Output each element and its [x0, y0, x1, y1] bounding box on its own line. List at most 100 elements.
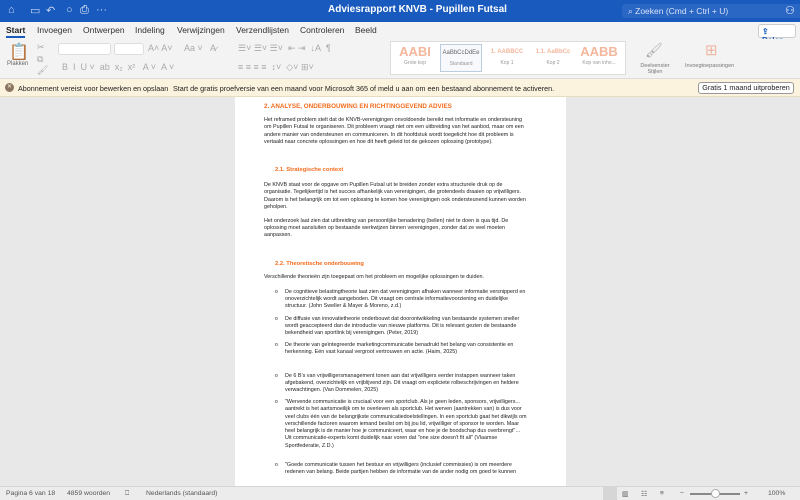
window-title: Adviesrapport KNVB - Pupillen Futsal [328, 4, 507, 15]
ribbon: 📋 Plakken ✂ ⧉ 🖌 A˄ A˅ Aa ˅ A̷ B I U ˅ ab… [0, 39, 800, 79]
text-line: wordt geaccepteerd dan de introductie va… [285, 322, 517, 329]
text-line: De cognitieve belastingtheorie laat zien… [285, 289, 526, 296]
text-line: heel belangrijk is de manier hoe je comm… [285, 428, 521, 435]
style-preview: 1.1. AaBbCc [535, 49, 571, 55]
ribbon-tabs: Start Invoegen Ontwerpen Indeling Verwij… [0, 22, 800, 39]
text-line: organisatie. Tegelijkertijd is het succe… [264, 189, 521, 196]
text-line: "Goede communicatie tussen het bestuur e… [285, 461, 512, 468]
text-line: verwachtingen. (Van Dommelen, 2025) [285, 387, 379, 394]
text-line: aanpassen. [264, 232, 292, 239]
change-case-icon[interactable]: Aa ˅ [184, 43, 203, 53]
save-icon[interactable]: ▭ [30, 4, 40, 17]
text-line: structuur. (John Sweller & Mayer & Moren… [285, 303, 402, 310]
styles-pane-icon[interactable]: 🖌 [645, 42, 663, 59]
style-kop-2[interactable]: 1.1. AaBbCc Kop 2 [532, 44, 574, 72]
list-item: De diffusie van innovatietheorie onderbo… [264, 316, 554, 338]
text-line: geholpen. [264, 203, 288, 210]
styles-pane-label[interactable]: Deelvenster Stijlen [633, 63, 677, 75]
status-bar: Pagina 6 van 18 4859 woorden ⎕ Nederland… [0, 486, 800, 500]
share-button[interactable]: ⇪ Delen [758, 24, 796, 45]
cut-icon[interactable]: ✂ [37, 42, 45, 53]
text-line: bekendheid van sportlink bij vereniginge… [285, 330, 419, 337]
tab-controleren[interactable]: Controleren [300, 25, 344, 35]
section-heading: 2. ANALYSE, ONDERBOUWING EN RICHTINGGEVE… [264, 103, 452, 110]
paste-label[interactable]: Plakken [7, 61, 28, 67]
format-painter-icon[interactable]: 🖌 [37, 65, 48, 76]
redo-icon[interactable]: ○ [66, 4, 73, 16]
text-line: redenen van belang. Beide partijen hebbe… [285, 468, 517, 475]
style-label: Kop 2 [546, 60, 560, 66]
zoom-in-button[interactable]: + [744, 490, 748, 497]
intro-paragraph: Het reframed problem stelt dat de KNVB-v… [264, 117, 554, 146]
text-line: Daarom is het belangrijk om tot een oplo… [264, 196, 526, 203]
more-icon[interactable]: ··· [96, 4, 107, 16]
styles-gallery: AABI Grote kop AaBbCcDdEe Standaard 1. AAB… [390, 41, 626, 75]
document-page[interactable]: 2. ANALYSE, ONDERBOUWING EN RICHTINGGEVE… [235, 97, 566, 486]
list-item: "Wervende communicatie is cruciaal voor … [264, 399, 554, 449]
outline-icon[interactable]: ☷ [641, 490, 647, 498]
text-line: om Pupillen Futsal te organiseren. Dit p… [264, 124, 524, 131]
align-icons[interactable]: ≡ ≡ ≡ ≡ ↕˅ ◇˅ ⊞˅ [238, 62, 314, 73]
banner-title: Abonnement vereist voor bewerken en opsl… [18, 84, 169, 93]
tab-beeld[interactable]: Beeld [355, 25, 377, 35]
font-family-select[interactable] [58, 43, 111, 55]
draft-icon[interactable]: ≡ [660, 490, 664, 497]
list-icons[interactable]: ☰˅ ☰˅ ☰˅ ⇤ ⇥ ↓A ¶ [238, 43, 331, 54]
font-size-select[interactable] [114, 43, 144, 55]
text-line: veel clubs één van de belangrijkste comm… [285, 413, 527, 420]
banner-message: Start de gratis proefversie van een maan… [173, 84, 555, 93]
proofing-icon[interactable]: ⎕ [125, 490, 129, 498]
print-layout-icon[interactable] [603, 487, 617, 500]
bullet-list: De cognitieve belastingtheorie laat zien… [264, 289, 554, 476]
home-icon[interactable]: ⌂ [8, 4, 15, 16]
text-line: verschillende factoren waarom iemand bes… [285, 420, 519, 427]
style-standaard[interactable]: AaBbCcDdEe Standaard [440, 44, 482, 72]
style-preview: AaBbCcDdEe [442, 50, 480, 56]
subheading-strategic: 2.1. Strategische context [275, 167, 344, 174]
text-line: Het reframed problem stelt dat de KNVB-v… [264, 117, 523, 124]
zoom-slider-handle[interactable] [711, 489, 720, 498]
copy-icon[interactable]: ⧉ [37, 54, 43, 65]
font-format-icons[interactable]: B I U ˅ ab x₂ x² A ˅ A ˅ [62, 62, 174, 72]
text-line: herkenning. Eén vast kanaal vergroot ver… [285, 349, 457, 356]
search-placeholder: Zoeken (Cmd + Ctrl + U) [635, 6, 729, 16]
language[interactable]: Nederlands (standaard) [146, 490, 217, 497]
word-count[interactable]: 4859 woorden [67, 490, 110, 497]
print-icon[interactable]: ⎙ [80, 4, 89, 17]
style-preview: AABB [580, 44, 618, 59]
tab-verwijzingen[interactable]: Verwijzingen [177, 25, 225, 35]
search-input[interactable]: ⌕ Zoeken (Cmd + Ctrl + U) [622, 4, 800, 18]
clear-format-icon[interactable]: A̷ [210, 43, 216, 53]
focus-icon[interactable]: ▥ [622, 490, 628, 498]
tab-invoegen[interactable]: Invoegen [37, 25, 72, 35]
tab-ontwerpen[interactable]: Ontwerpen [83, 25, 125, 35]
text-line: Uit communicatie-experts komt duidelijk … [285, 435, 498, 442]
style-label: Kop 1 [500, 60, 514, 66]
list-item: De theorie van geïntegreerde marketingco… [264, 342, 554, 356]
paste-icon[interactable]: 📋 [9, 42, 29, 62]
zoom-out-button[interactable]: − [680, 490, 684, 497]
undo-icon[interactable]: ↶ [46, 4, 55, 17]
text-line: De KNVB staat voor de opgave om Pupillen… [264, 182, 503, 189]
zoom-level[interactable]: 100% [768, 490, 785, 497]
style-kop-inhoud[interactable]: AABB Kop van inho... [578, 44, 620, 72]
style-kop-1[interactable]: 1. AABBCC Kop 1 [486, 44, 528, 72]
tab-indeling[interactable]: Indeling [135, 25, 165, 35]
addins-label[interactable]: Invoegtoepassingen [685, 63, 734, 69]
text-line: aantrekt is het aartsmoeilijk om te over… [285, 406, 522, 413]
style-label: Kop van inho... [582, 60, 616, 66]
addins-icon[interactable]: ⊞ [705, 41, 718, 59]
style-grote-kop[interactable]: AABI Grote kop [394, 44, 436, 72]
collaborate-icon[interactable]: ⚇ [785, 4, 795, 17]
error-icon: ✕ [5, 83, 14, 92]
tab-verzendlijsten[interactable]: Verzendlijsten [236, 25, 289, 35]
subheading-theory: 2.2. Theoretische onderbouwing [275, 260, 364, 267]
style-preview: 1. AABBCC [490, 49, 524, 55]
grow-font-icon[interactable]: A˄ A˅ [148, 43, 173, 53]
text-line: De 6 B’s van vrijwilligersmanagement ton… [285, 372, 516, 379]
text-line: oplossing moet aansluiten op bestaande w… [264, 225, 505, 232]
page-count[interactable]: Pagina 6 van 18 [6, 490, 55, 497]
tab-start[interactable]: Start [6, 25, 26, 38]
trial-button[interactable]: Gratis 1 maand uitproberen [698, 82, 794, 94]
style-label: Standaard [449, 61, 473, 67]
